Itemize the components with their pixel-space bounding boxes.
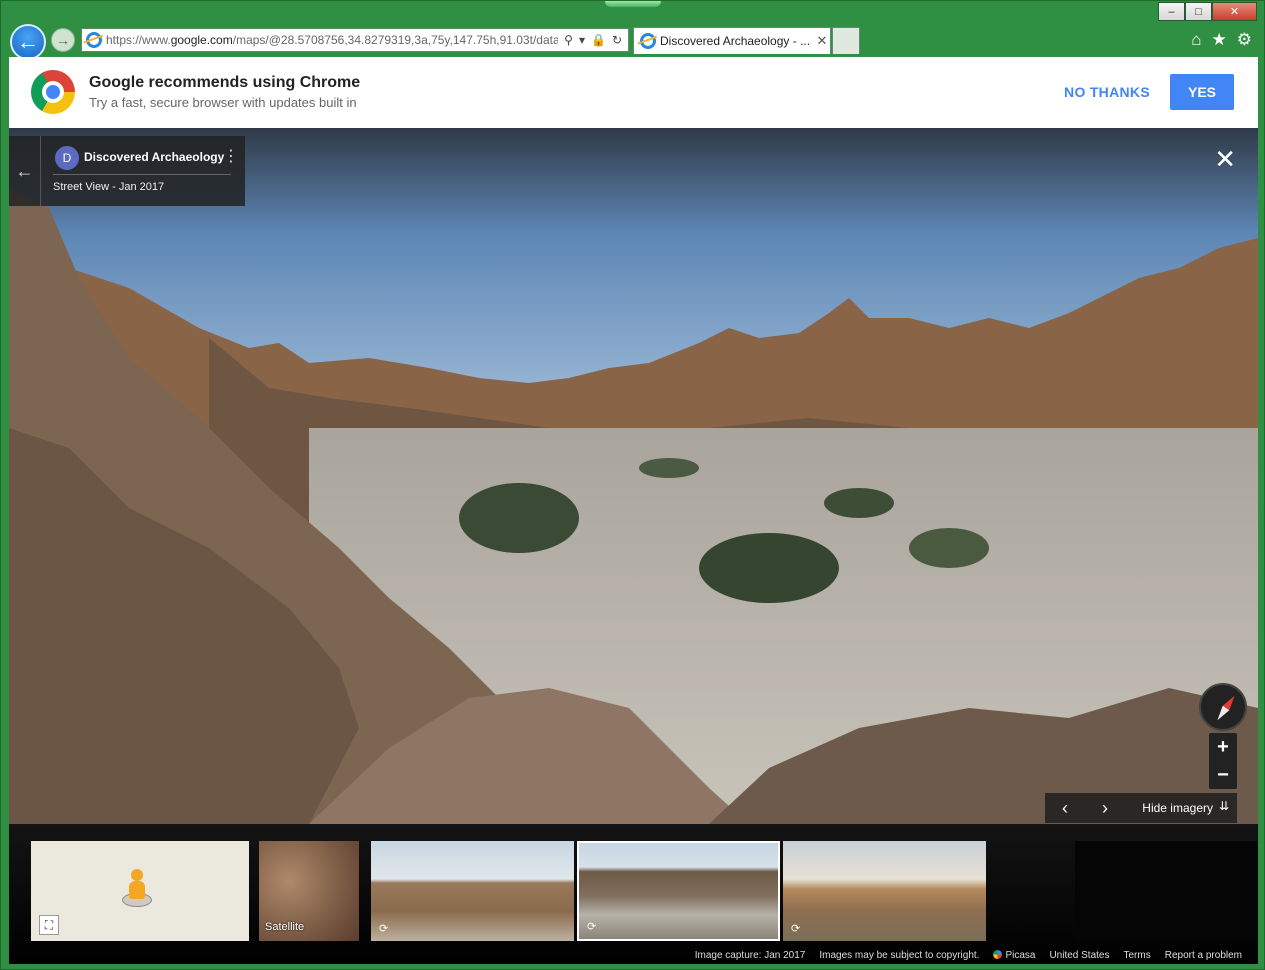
photo-thumbnail[interactable]: ⟳ <box>783 841 986 941</box>
picasa-link[interactable]: Picasa <box>993 949 1036 961</box>
yes-button[interactable]: YES <box>1170 74 1234 110</box>
dropdown-icon[interactable]: ▾ <box>579 33 585 47</box>
report-problem-link[interactable]: Report a problem <box>1165 950 1242 961</box>
filmstrip-empty <box>1075 841 1258 941</box>
url-prefix: https://www. <box>106 33 171 47</box>
window-controls: ‒ □ ✕ <box>1158 2 1257 22</box>
banner-subtitle: Try a fast, secure browser with updates … <box>89 95 357 110</box>
url-domain: google.com <box>170 33 233 47</box>
close-window-button[interactable]: ✕ <box>1212 2 1257 21</box>
ie-icon <box>86 32 102 48</box>
chrome-banner: Google recommends using Chrome Try a fas… <box>9 57 1258 128</box>
imagery-control: ‹ › Hide imagery ⇊ <box>1045 793 1237 823</box>
region-link[interactable]: United States <box>1049 950 1109 961</box>
info-divider <box>53 174 231 175</box>
new-tab-button[interactable] <box>832 27 860 54</box>
pegman-body <box>129 881 145 899</box>
close-icon[interactable]: ✕ <box>1214 146 1236 172</box>
forward-arrow-icon: → <box>56 32 70 48</box>
photo-thumbnail[interactable]: ⟳ <box>371 841 574 941</box>
banner-title: Google recommends using Chrome <box>89 74 361 91</box>
panorama-icon: ⟳ <box>587 921 597 933</box>
info-card: ← D Discovered Archaeology ⋮ Street View… <box>9 136 245 206</box>
panorama-icon: ⟳ <box>379 923 389 935</box>
page-content: Google recommends using Chrome Try a fas… <box>9 57 1258 964</box>
chrome-logo-icon <box>31 70 75 114</box>
address-tools: ⚲ ▾ 🔒 ↻ <box>558 33 628 47</box>
street-view-panorama[interactable]: ← D Discovered Archaeology ⋮ Street View… <box>9 128 1258 824</box>
arrow-left-icon: ← <box>15 160 34 181</box>
maximize-button[interactable]: □ <box>1185 2 1212 21</box>
pegman-head <box>131 869 143 881</box>
contributor-title[interactable]: Discovered Archaeology <box>84 150 224 164</box>
zoom-in-button[interactable]: + <box>1209 733 1237 761</box>
double-chevron-down-icon[interactable]: ⇊ <box>1219 799 1229 813</box>
satellite-label: Satellite <box>265 921 305 933</box>
zoom-out-button[interactable]: − <box>1209 761 1237 789</box>
zoom-control: + − <box>1209 733 1237 789</box>
gear-icon[interactable]: ⚙ <box>1237 30 1252 50</box>
chevron-right-icon[interactable]: › <box>1085 798 1125 819</box>
url-path: /maps/@28.5708756,34.8279319,3a,75y,147.… <box>232 33 559 47</box>
search-icon[interactable]: ⚲ <box>564 33 573 47</box>
footer: Image capture: Jan 2017 Images may be su… <box>9 946 1258 964</box>
lock-icon[interactable]: 🔒 <box>591 33 606 47</box>
expand-map-icon[interactable]: ⛶ <box>39 915 59 935</box>
terms-link[interactable]: Terms <box>1124 950 1151 961</box>
address-bar[interactable]: https://www.google.com/maps/@28.5708756,… <box>81 28 629 52</box>
refresh-icon[interactable]: ↻ <box>612 33 622 47</box>
forward-button[interactable]: → <box>51 28 75 52</box>
navigation-bar: ← → https://www.google.com/maps/@28.5708… <box>1 23 1265 60</box>
filmstrip: ⛶ Satellite ⟳ ⟳ ⟳ Image capture: Jan 201… <box>9 824 1258 964</box>
picasa-icon <box>993 949 1003 959</box>
avatar[interactable]: D <box>55 146 79 170</box>
tab-discovered-archaeology[interactable]: Discovered Archaeology - ... ✕ <box>633 27 831 54</box>
home-icon[interactable]: ⌂ <box>1191 30 1201 50</box>
compass-icon[interactable] <box>1199 683 1247 731</box>
browser-tools: ⌂ ★ ⚙ <box>1191 30 1252 50</box>
photo-thumbnail-selected[interactable]: ⟳ <box>577 841 780 941</box>
image-capture-date: Image capture: Jan 2017 <box>694 949 806 961</box>
panorama-icon: ⟳ <box>791 923 801 935</box>
tab-ie-icon <box>640 33 656 49</box>
tab-title: Discovered Archaeology - ... <box>660 34 811 48</box>
url-text[interactable]: https://www.google.com/maps/@28.5708756,… <box>106 33 558 47</box>
no-thanks-button[interactable]: NO THANKS <box>1055 74 1159 110</box>
pegman-icon[interactable] <box>122 869 152 909</box>
browser-window: ‒ □ ✕ ← → https://www.google.com/maps/@2… <box>0 0 1265 970</box>
panorama-image <box>9 128 1258 824</box>
back-to-map-button[interactable]: ← <box>9 136 41 206</box>
chevron-left-icon[interactable]: ‹ <box>1045 798 1085 819</box>
tab-close-icon[interactable]: ✕ <box>814 33 830 49</box>
back-button[interactable]: ← <box>10 24 46 60</box>
star-icon[interactable]: ★ <box>1212 30 1227 50</box>
title-glow <box>605 1 661 7</box>
picasa-label: Picasa <box>1005 949 1036 961</box>
more-options-icon[interactable]: ⋮ <box>223 146 239 166</box>
minimap[interactable]: ⛶ <box>31 841 249 941</box>
minimize-button[interactable]: ‒ <box>1158 2 1185 21</box>
back-arrow-icon: ← <box>17 29 39 54</box>
satellite-toggle[interactable]: Satellite <box>259 841 359 941</box>
copyright-notice: Images may be subject to copyright. <box>819 949 980 961</box>
street-view-date: Street View - Jan 2017 <box>53 181 165 193</box>
